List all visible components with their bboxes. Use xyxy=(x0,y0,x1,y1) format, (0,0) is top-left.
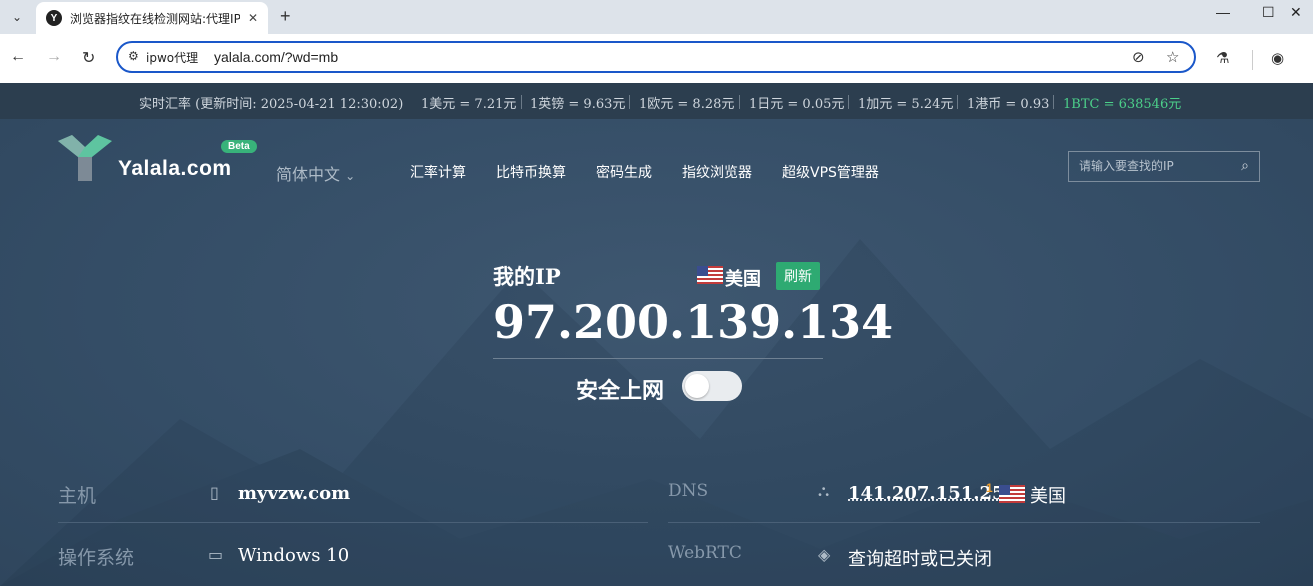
profile-icon[interactable]: ◉ xyxy=(1271,49,1284,67)
rate-gbp: 1英镑 = 9.63元 xyxy=(530,97,626,112)
maximize-icon[interactable]: ☐ xyxy=(1262,4,1275,21)
rate-divider xyxy=(848,95,849,109)
rate-eur: 1欧元 = 8.28元 xyxy=(639,97,735,112)
active-tab[interactable]: Y 浏览器指纹在线检测网站:代理IP检测 ✕ xyxy=(36,2,268,34)
dns-country: 美国 xyxy=(1030,486,1066,507)
host-label: 主机 xyxy=(58,485,97,507)
row-divider xyxy=(58,522,648,523)
layers-icon: ◈ xyxy=(818,547,831,564)
ip-search-box: ⌕ xyxy=(1068,151,1260,182)
ip-search-input[interactable] xyxy=(1077,158,1231,174)
reload-icon[interactable]: ↻ xyxy=(82,48,95,68)
rate-usd: 1美元 = 7.21元 xyxy=(421,97,517,112)
nav-btc-convert[interactable]: 比特币换算 xyxy=(496,162,566,182)
yalala-logo-icon[interactable] xyxy=(58,135,112,183)
ip-divider xyxy=(493,358,823,359)
exchange-rate-bar: 实时汇率 (更新时间: 2025-04-21 12:30:02) 1美元 = 7… xyxy=(0,83,1313,119)
new-tab-plus-icon[interactable]: + xyxy=(280,6,291,27)
dns-count-badge: 1 xyxy=(986,481,993,495)
toolbar-divider xyxy=(1252,50,1253,70)
site-info-icon[interactable]: ⚙ xyxy=(128,49,139,63)
dns-label: DNS xyxy=(668,481,709,501)
browser-toolbar: ← → ↻ ⚙ ipwo代理 yalala.com/?wd=mb ⊘ ☆ ⚗ ◉ xyxy=(0,34,1313,83)
tab-strip: ⌄ Y 浏览器指纹在线检测网站:代理IP检测 ✕ + — ☐ ✕ xyxy=(0,0,1313,34)
webrtc-label: WebRTC xyxy=(668,543,742,563)
ip-country: 美国 xyxy=(725,269,761,290)
address-chip[interactable]: ipwo代理 xyxy=(146,49,198,66)
language-label: 简体中文 xyxy=(276,165,341,184)
minimize-icon[interactable]: — xyxy=(1216,4,1230,20)
eye-slash-icon[interactable]: ⊘ xyxy=(1132,48,1145,66)
window-close-icon[interactable]: ✕ xyxy=(1290,4,1302,21)
host-value: myvzw.com xyxy=(238,483,351,504)
safe-browsing-label: 安全上网 xyxy=(576,379,665,404)
beta-badge: Beta xyxy=(221,140,257,153)
safe-browsing-toggle[interactable] xyxy=(682,371,742,401)
hero-section: Yalala.com Beta 简体中文 ⌄ 汇率计算 比特币换算 密码生成 指… xyxy=(0,119,1313,586)
refresh-button[interactable]: 刷新 xyxy=(776,262,820,290)
address-bar[interactable]: ⚙ ipwo代理 yalala.com/?wd=mb ⊘ ☆ xyxy=(116,41,1196,73)
close-icon[interactable]: ✕ xyxy=(248,11,258,25)
os-value: Windows 10 xyxy=(238,545,350,566)
chevron-down-icon: ⌄ xyxy=(345,169,356,183)
rate-divider xyxy=(1053,95,1054,109)
network-icon: ⛬ xyxy=(818,483,830,500)
rate-btc: 1BTC = 638546元 xyxy=(1063,97,1182,112)
ip-address: 97.200.139.134 xyxy=(493,295,894,349)
rate-hkd: 1港币 = 0.93 xyxy=(967,97,1050,112)
os-label: 操作系统 xyxy=(58,547,135,569)
rate-divider xyxy=(521,95,522,109)
flask-icon[interactable]: ⚗ xyxy=(1216,49,1229,67)
nav-rate-calc[interactable]: 汇率计算 xyxy=(410,162,466,182)
rates-label: 实时汇率 (更新时间: 2025-04-21 12:30:02) xyxy=(139,97,404,112)
us-flag-icon xyxy=(697,266,723,284)
toggle-knob xyxy=(685,374,709,398)
nav-fingerprint-browser[interactable]: 指纹浏览器 xyxy=(682,162,752,182)
language-selector[interactable]: 简体中文 ⌄ xyxy=(276,161,355,185)
mountain-background xyxy=(0,239,1313,586)
monitor-icon: ▭ xyxy=(208,547,224,564)
forward-arrow-icon[interactable]: → xyxy=(46,48,62,66)
favicon: Y xyxy=(46,10,62,26)
webrtc-value: 查询超时或已关闭 xyxy=(848,549,992,570)
search-icon[interactable]: ⌕ xyxy=(1241,157,1249,174)
star-icon[interactable]: ☆ xyxy=(1166,48,1179,66)
us-flag-icon xyxy=(999,485,1025,503)
rate-divider xyxy=(629,95,630,109)
nav-password-gen[interactable]: 密码生成 xyxy=(596,162,652,182)
tab-search-chevron-icon[interactable]: ⌄ xyxy=(6,6,28,28)
rate-cad: 1加元 = 5.24元 xyxy=(858,97,954,112)
row-divider xyxy=(668,522,1260,523)
back-arrow-icon[interactable]: ← xyxy=(10,48,26,66)
logo-text[interactable]: Yalala.com xyxy=(118,157,232,181)
nav-vps-manager[interactable]: 超级VPS管理器 xyxy=(782,162,879,182)
rate-divider xyxy=(739,95,740,109)
rate-divider xyxy=(957,95,958,109)
url-text[interactable]: yalala.com/?wd=mb xyxy=(214,49,338,65)
device-icon: ▯ xyxy=(210,485,219,502)
rate-jpy: 1日元 = 0.05元 xyxy=(749,97,845,112)
tab-title: 浏览器指纹在线检测网站:代理IP检测 xyxy=(70,11,240,26)
my-ip-label: 我的IP xyxy=(493,264,561,289)
